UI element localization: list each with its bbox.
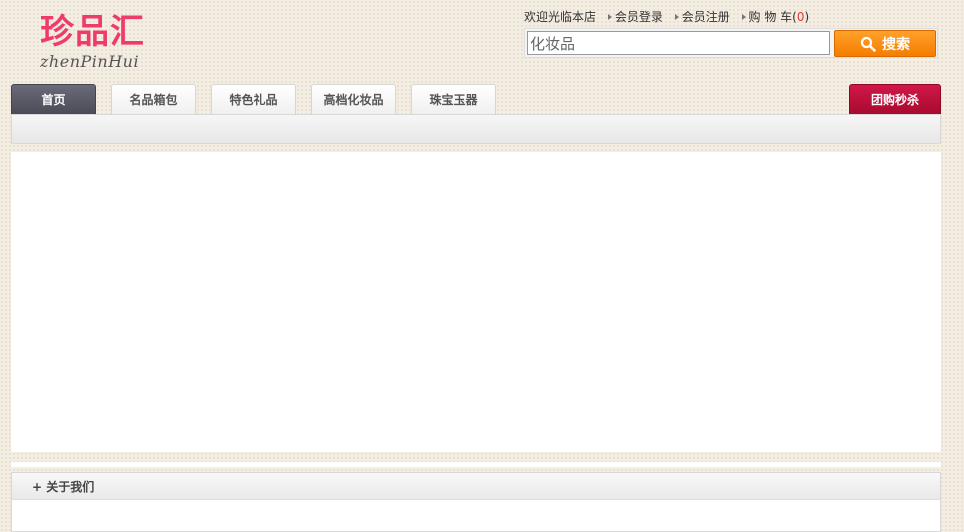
banner-area: [11, 152, 941, 452]
cart-label-close: ): [804, 10, 810, 24]
search-bar: 搜索: [524, 28, 938, 58]
logo-subtitle: zhenPinHui: [40, 52, 140, 71]
tab-luxury-bags[interactable]: 名品箱包: [111, 84, 196, 114]
search-button-label: 搜索: [882, 36, 910, 53]
logo-title: 珍品汇: [40, 12, 145, 52]
search-icon: [860, 36, 876, 52]
top-links: 欢迎光临本店 会员登录 会员注册 购 物 车(0): [524, 8, 809, 25]
search-input[interactable]: [527, 31, 830, 55]
cart-count: 0: [796, 10, 805, 24]
cart-link[interactable]: 购 物 车(0): [742, 8, 810, 25]
tab-home[interactable]: 首页: [11, 84, 96, 114]
about-us-header[interactable]: + 关于我们: [12, 473, 940, 500]
register-link[interactable]: 会员注册: [675, 8, 730, 25]
site-logo[interactable]: 珍品汇 zhenPinHui: [40, 12, 145, 71]
main-nav: 首页 名品箱包 特色礼品 高档化妆品 珠宝玉器 团购秒杀: [11, 84, 941, 114]
section-divider: [11, 462, 941, 467]
search-button[interactable]: 搜索: [834, 30, 936, 57]
login-link[interactable]: 会员登录: [608, 8, 663, 25]
tab-special-gifts[interactable]: 特色礼品: [211, 84, 296, 114]
welcome-text: 欢迎光临本店: [524, 10, 597, 24]
sub-nav-bar: [11, 114, 941, 144]
tab-jewelry-jade[interactable]: 珠宝玉器: [411, 84, 496, 114]
about-section: + 关于我们: [11, 472, 941, 532]
cart-label: 购 物 车(: [748, 10, 797, 24]
tab-premium-cosmetics[interactable]: 高档化妆品: [311, 84, 396, 114]
tab-group-buy-flash-sale[interactable]: 团购秒杀: [849, 84, 941, 114]
